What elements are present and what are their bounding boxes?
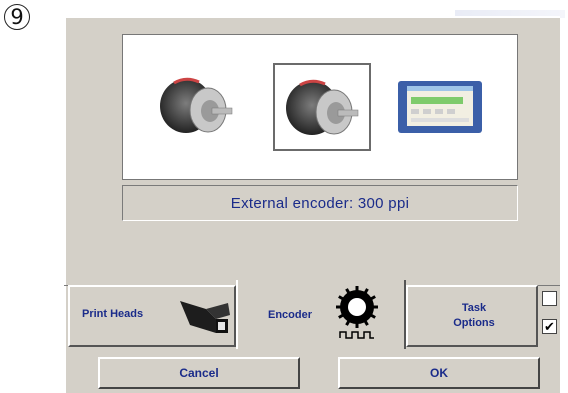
step-number-badge: 9 <box>4 4 30 30</box>
tab-print-heads[interactable]: Print Heads <box>68 285 236 347</box>
option-display-unit[interactable] <box>395 71 485 143</box>
option-encoder-2[interactable] <box>273 63 371 151</box>
option-encoder-1[interactable] <box>151 63 241 147</box>
encoder-wheel-icon <box>336 286 378 339</box>
ok-button[interactable]: OK <box>338 357 540 389</box>
encoder-options-panel <box>122 34 518 180</box>
print-head-icon <box>180 301 230 333</box>
tab-print-heads-label: Print Heads <box>82 308 144 320</box>
cancel-button[interactable]: Cancel <box>98 357 300 389</box>
tab-encoder[interactable]: Encoder <box>236 280 406 349</box>
tab-encoder-label: Encoder <box>268 309 313 321</box>
encoder-icon <box>286 79 359 135</box>
encoder-icon <box>160 77 233 133</box>
tab-task-options[interactable]: Task Options <box>406 285 538 347</box>
task-checkbox-1[interactable] <box>542 291 557 306</box>
task-checkbox-2[interactable]: ✔ <box>542 319 557 334</box>
screen-icon <box>398 81 482 133</box>
tab-task-options-label: Task Options <box>453 302 495 329</box>
status-text: External encoder: 300 ppi <box>122 185 518 221</box>
